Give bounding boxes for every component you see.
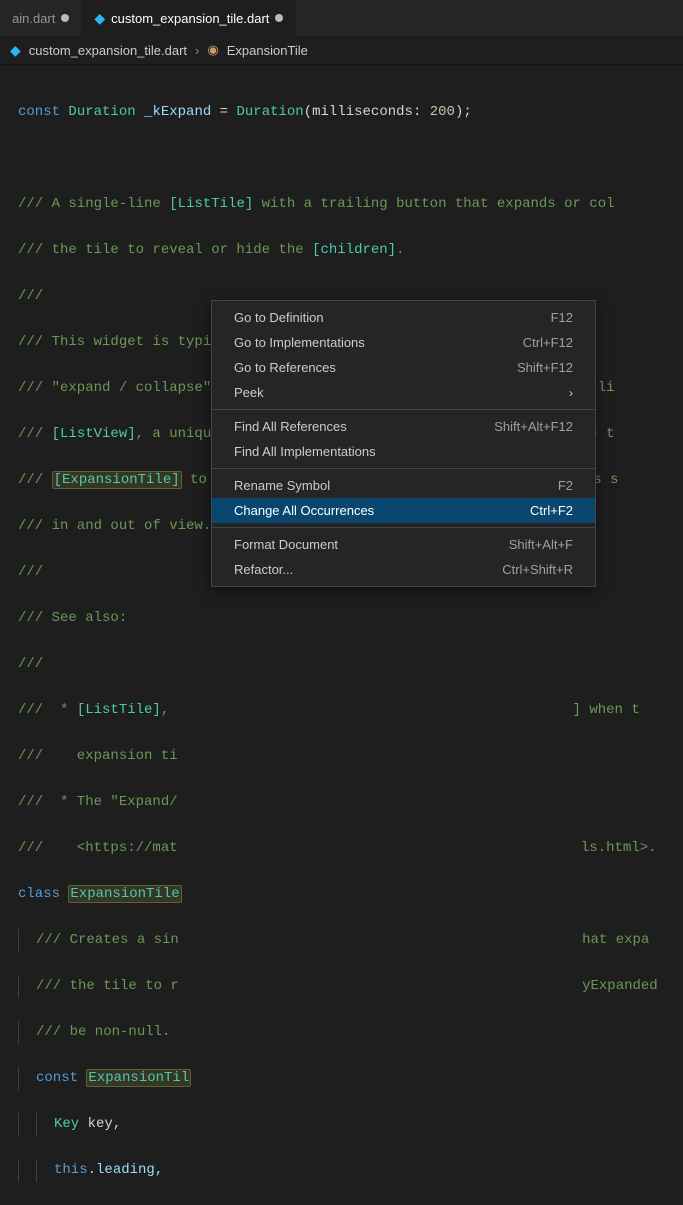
doc-link: [ListTile]	[77, 702, 161, 718]
menu-item-rename-symbol[interactable]: Rename Symbol F2	[212, 473, 595, 498]
menu-separator	[212, 468, 595, 469]
doc-link-highlighted: [ExpansionTile]	[52, 471, 182, 489]
menu-item-label: Refactor...	[234, 562, 293, 577]
doc-comment: ///	[18, 472, 52, 488]
menu-item-go-to-implementations[interactable]: Go to Implementations Ctrl+F12	[212, 330, 595, 355]
menu-item-label: Go to References	[234, 360, 336, 375]
doc-link: [ListTile]	[169, 196, 253, 212]
chevron-right-icon: ›	[195, 43, 199, 58]
class-icon: ◉	[207, 42, 218, 58]
doc-comment: /// expansion ti	[18, 748, 178, 764]
menu-shortcut: Shift+Alt+F	[509, 537, 573, 552]
doc-comment: /// Creates a sin	[36, 932, 179, 948]
doc-comment: ls.html>.	[581, 840, 657, 856]
breadcrumb: ◆ custom_expansion_tile.dart › ◉ Expansi…	[0, 36, 683, 64]
menu-item-refactor[interactable]: Refactor... Ctrl+Shift+R	[212, 557, 595, 582]
dart-file-icon: ◆	[10, 42, 21, 59]
code-text: );	[455, 104, 472, 120]
code-identifier: _kExpand	[144, 104, 211, 120]
doc-comment: ///	[18, 656, 43, 672]
doc-comment: /// A single-line	[18, 196, 169, 212]
class-name-highlighted: ExpansionTile	[68, 885, 181, 903]
menu-item-label: Format Document	[234, 537, 338, 552]
breadcrumb-file[interactable]: custom_expansion_tile.dart	[29, 43, 187, 58]
doc-comment: hat expa	[582, 932, 649, 948]
menu-shortcut: Ctrl+F2	[530, 503, 573, 518]
chevron-right-icon: ›	[569, 386, 573, 400]
menu-item-label: Find All Implementations	[234, 444, 376, 459]
doc-comment: with a trailing button that expands or c…	[253, 196, 614, 212]
menu-item-find-all-implementations[interactable]: Find All Implementations	[212, 439, 595, 464]
doc-comment: /// the tile to reveal or hide the	[18, 242, 312, 258]
menu-item-change-all-occurrences[interactable]: Change All Occurrences Ctrl+F2	[212, 498, 595, 523]
code-type: Duration	[68, 104, 135, 120]
menu-item-peek[interactable]: Peek ›	[212, 380, 595, 405]
modified-dot-icon	[61, 14, 69, 22]
doc-comment: /// be non-null.	[36, 1024, 170, 1040]
menu-shortcut: Ctrl+Shift+R	[502, 562, 573, 577]
code-keyword: const	[36, 1070, 78, 1086]
menu-item-label: Change All Occurrences	[234, 503, 374, 518]
menu-shortcut: Ctrl+F12	[523, 335, 573, 350]
tab-bar: ain.dart ◆ custom_expansion_tile.dart	[0, 0, 683, 36]
menu-item-label: Go to Definition	[234, 310, 324, 325]
doc-comment: /// <https://mat	[18, 840, 178, 856]
doc-link: [ListView]	[52, 426, 136, 442]
menu-separator	[212, 409, 595, 410]
menu-item-label: Peek	[234, 385, 264, 400]
menu-item-format-document[interactable]: Format Document Shift+Alt+F	[212, 532, 595, 557]
doc-comment: ///	[18, 564, 43, 580]
doc-comment: ] when t	[573, 702, 640, 718]
menu-separator	[212, 527, 595, 528]
tab-custom-expansion-tile[interactable]: ◆ custom_expansion_tile.dart	[82, 0, 296, 36]
doc-comment: /// * The "Expand/	[18, 794, 178, 810]
doc-comment: /// See also:	[18, 610, 127, 626]
ctor-highlighted: ExpansionTil	[86, 1069, 191, 1087]
code-this: this	[54, 1162, 88, 1178]
menu-item-label: Find All References	[234, 419, 347, 434]
doc-comment: /// in and out of view.	[18, 518, 211, 534]
doc-comment: .	[396, 242, 404, 258]
code-text: :	[413, 104, 430, 120]
code-keyword: const	[18, 104, 60, 120]
doc-comment: ///	[18, 426, 52, 442]
context-menu: Go to Definition F12 Go to Implementations…	[211, 300, 596, 587]
menu-shortcut: Shift+Alt+F12	[494, 419, 573, 434]
doc-comment: ,	[161, 702, 178, 718]
breadcrumb-symbol[interactable]: ExpansionTile	[227, 43, 308, 58]
menu-shortcut: F12	[551, 310, 573, 325]
menu-item-label: Rename Symbol	[234, 478, 330, 493]
doc-link: [children]	[312, 242, 396, 258]
tab-label: custom_expansion_tile.dart	[111, 11, 269, 26]
modified-dot-icon	[275, 14, 283, 22]
code-keyword: class	[18, 886, 60, 902]
menu-item-label: Go to Implementations	[234, 335, 365, 350]
doc-comment: yExpanded	[582, 978, 658, 994]
tab-label: ain.dart	[12, 11, 55, 26]
code-type: Duration	[236, 104, 303, 120]
code-property: .leading,	[88, 1162, 164, 1178]
code-text: key,	[79, 1116, 121, 1132]
code-editor[interactable]: const Duration _kExpand = Duration(milli…	[0, 64, 683, 1205]
code-type: Key	[54, 1116, 79, 1132]
code-number: 200	[430, 104, 455, 120]
menu-item-go-to-references[interactable]: Go to References Shift+F12	[212, 355, 595, 380]
menu-shortcut: F2	[558, 478, 573, 493]
code-param: milliseconds	[312, 104, 413, 120]
dart-file-icon: ◆	[94, 10, 105, 27]
menu-item-find-all-references[interactable]: Find All References Shift+Alt+F12	[212, 414, 595, 439]
doc-comment: /// *	[18, 702, 77, 718]
tab-ain-dart[interactable]: ain.dart	[0, 0, 82, 36]
menu-shortcut: Shift+F12	[517, 360, 573, 375]
code-text: =	[211, 104, 236, 120]
doc-comment: /// the tile to r	[36, 978, 179, 994]
menu-item-go-to-definition[interactable]: Go to Definition F12	[212, 305, 595, 330]
doc-comment: ///	[18, 288, 43, 304]
